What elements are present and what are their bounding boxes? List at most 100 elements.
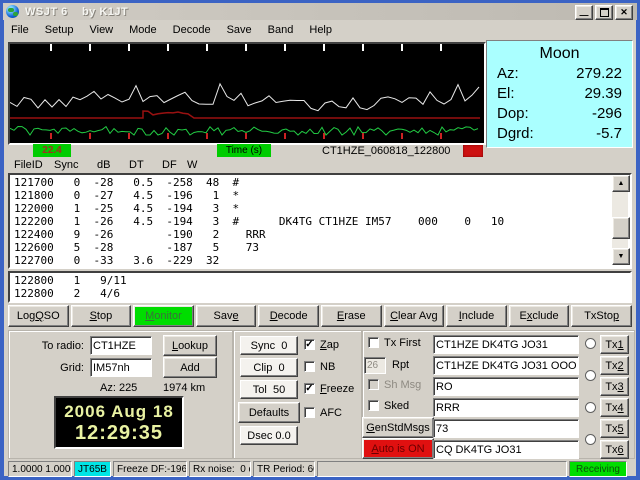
azimuth-text: Az: 225 (100, 382, 138, 394)
tx3-button[interactable]: Tx 3 (600, 377, 629, 396)
tx1-button[interactable]: Tx 1 (600, 335, 629, 354)
title-bar[interactable]: WSJT 6 by K1JT — ✕ (3, 3, 637, 20)
menu-file[interactable]: File (4, 22, 38, 38)
moon-dop-value: -296 (591, 105, 622, 122)
decode-scrollbar[interactable]: ▲ ▼ (612, 175, 630, 265)
save-button[interactable]: Sav e (195, 305, 257, 327)
menu-view[interactable]: View (82, 22, 122, 38)
lookup-button[interactable]: Lookup (163, 335, 217, 356)
avg-text-area[interactable]: 122800 1 9/11 122800 2 4/6 (8, 271, 632, 303)
avg-line[interactable]: 122800 1 9/11 (14, 274, 630, 287)
col-w: W (187, 159, 198, 171)
sync-spinner[interactable]: Sync 0 (240, 336, 298, 355)
gen-std-msgs-button[interactable]: GenStdMsgs (362, 417, 434, 438)
utc-clock: 2006 Aug 18 12:29:35 (54, 396, 184, 449)
tx2-radio[interactable] (585, 370, 596, 381)
clock-date: 2006 Aug 18 (64, 401, 174, 421)
close-button[interactable]: ✕ (615, 5, 633, 20)
decode-line[interactable]: 122200 1 -26 4.5 -194 3 # DK4TG CT1HZE I… (14, 215, 630, 228)
moon-panel: Moon Az: 279.22 El: 29.39 Dop: -296 Dgrd: -5… (486, 40, 633, 148)
log-qso-button[interactable]: Log Q SO (8, 305, 69, 327)
decode-line[interactable]: 122400 9 -26 -190 2 RRR (14, 228, 630, 241)
tx4-message-input[interactable] (434, 399, 578, 416)
txstop-button[interactable]: TxSto p (571, 305, 632, 327)
tx1-message-input[interactable] (434, 336, 578, 353)
scroll-up-icon[interactable]: ▲ (612, 175, 630, 192)
status-freeze-df: Freeze DF:-196 (113, 461, 187, 477)
freeze-checkbox[interactable] (304, 383, 315, 394)
monitor-button[interactable]: Monitor (133, 305, 194, 327)
tx4-radio[interactable] (585, 434, 596, 445)
decode-line[interactable]: 122000 1 -25 4.5 -194 3 * (14, 202, 630, 215)
tx5-message-field[interactable] (433, 419, 579, 438)
menu-decode[interactable]: Decode (166, 22, 220, 38)
clear-avg-button[interactable]: Clear Avg (383, 305, 445, 327)
include-button[interactable]: Include (446, 305, 507, 327)
avg-line[interactable]: 122800 2 4/6 (14, 287, 630, 300)
decode-line[interactable]: 122600 5 -28 -187 5 73 (14, 241, 630, 254)
decode-line[interactable]: 122700 0 -33 3.6 -229 32 (14, 254, 630, 267)
zap-checkbox[interactable] (304, 339, 315, 350)
grid-input[interactable] (91, 359, 151, 376)
defaults-button[interactable]: Defaults (238, 402, 300, 423)
rpt-label: Rpt (392, 359, 410, 371)
minimize-button[interactable]: — (575, 5, 593, 20)
maximize-button[interactable] (595, 5, 613, 20)
decode-line[interactable]: 121700 0 -28 0.5 -258 48 # (14, 176, 630, 189)
sh-msg-checkbox[interactable] (368, 379, 379, 390)
tx4-button[interactable]: Tx 4 (600, 398, 629, 417)
tx3-radio[interactable] (585, 402, 596, 413)
tx6-message-input[interactable] (434, 441, 578, 458)
add-button[interactable]: Add (163, 357, 217, 378)
rpt-field[interactable] (364, 357, 386, 374)
moon-dgrd-label: Dgrd: (497, 125, 534, 142)
exclude-button[interactable]: Ex clude (508, 305, 570, 327)
status-spacer (317, 461, 567, 477)
dsec-spinner[interactable]: Dsec 0.0 (240, 426, 298, 445)
window-title: WSJT 6 by K1JT (25, 5, 129, 18)
tx2-message-input[interactable] (434, 357, 578, 374)
tx3-message-field[interactable] (433, 377, 579, 396)
decode-button[interactable]: Decode (258, 305, 319, 327)
to-radio-field[interactable] (90, 336, 152, 355)
tx2-message-field[interactable] (433, 356, 579, 375)
tx5-button[interactable]: Tx 5 (600, 419, 629, 438)
menu-bar: File Setup View Mode Decode Save Band He… (4, 21, 636, 38)
afc-checkbox[interactable] (304, 407, 315, 418)
tx5-message-input[interactable] (434, 420, 578, 437)
status-receiving: Receiving (569, 461, 627, 477)
menu-save[interactable]: Save (220, 22, 261, 38)
menu-setup[interactable]: Setup (38, 22, 83, 38)
spectrum-graph[interactable] (8, 42, 486, 145)
moon-az-value: 279.22 (576, 65, 622, 82)
menu-band[interactable]: Band (261, 22, 303, 38)
file-name-label: CT1HZE_060818_122800 (322, 145, 451, 157)
tx-first-checkbox[interactable] (368, 337, 379, 348)
status-mode-badge: JT65B (74, 461, 111, 477)
decode-line[interactable]: 121800 0 -27 4.5 -196 1 * (14, 189, 630, 202)
tx1-message-field[interactable] (433, 335, 579, 354)
tx1-radio[interactable] (585, 338, 596, 349)
decode-text-area[interactable]: 121700 0 -28 0.5 -258 48 # 121800 0 -27 … (8, 173, 632, 269)
tx6-button[interactable]: Tx 6 (600, 440, 629, 459)
nb-checkbox[interactable] (304, 361, 315, 372)
scroll-thumb[interactable] (612, 217, 630, 239)
grid-field[interactable] (90, 358, 152, 377)
auto-toggle-button[interactable]: Auto is ON (362, 438, 434, 459)
erase-button[interactable]: Erase (320, 305, 382, 327)
rpt-input[interactable] (365, 358, 385, 373)
clip-spinner[interactable]: Clip 0 (240, 358, 298, 377)
distance-text: 1974 km (163, 382, 206, 394)
tol-spinner[interactable]: Tol 50 (240, 380, 298, 399)
to-radio-input[interactable] (91, 337, 151, 354)
tx4-message-field[interactable] (433, 398, 579, 417)
tx2-button[interactable]: Tx 2 (600, 356, 629, 375)
stop-button[interactable]: Stop (70, 305, 132, 327)
tx3-message-input[interactable] (434, 378, 578, 395)
menu-help[interactable]: Help (302, 22, 341, 38)
menu-mode[interactable]: Mode (122, 22, 166, 38)
scroll-down-icon[interactable]: ▼ (612, 248, 630, 265)
sked-checkbox[interactable] (368, 400, 379, 411)
tx6-message-field[interactable] (433, 440, 579, 459)
moon-dop-label: Dop: (497, 105, 529, 122)
